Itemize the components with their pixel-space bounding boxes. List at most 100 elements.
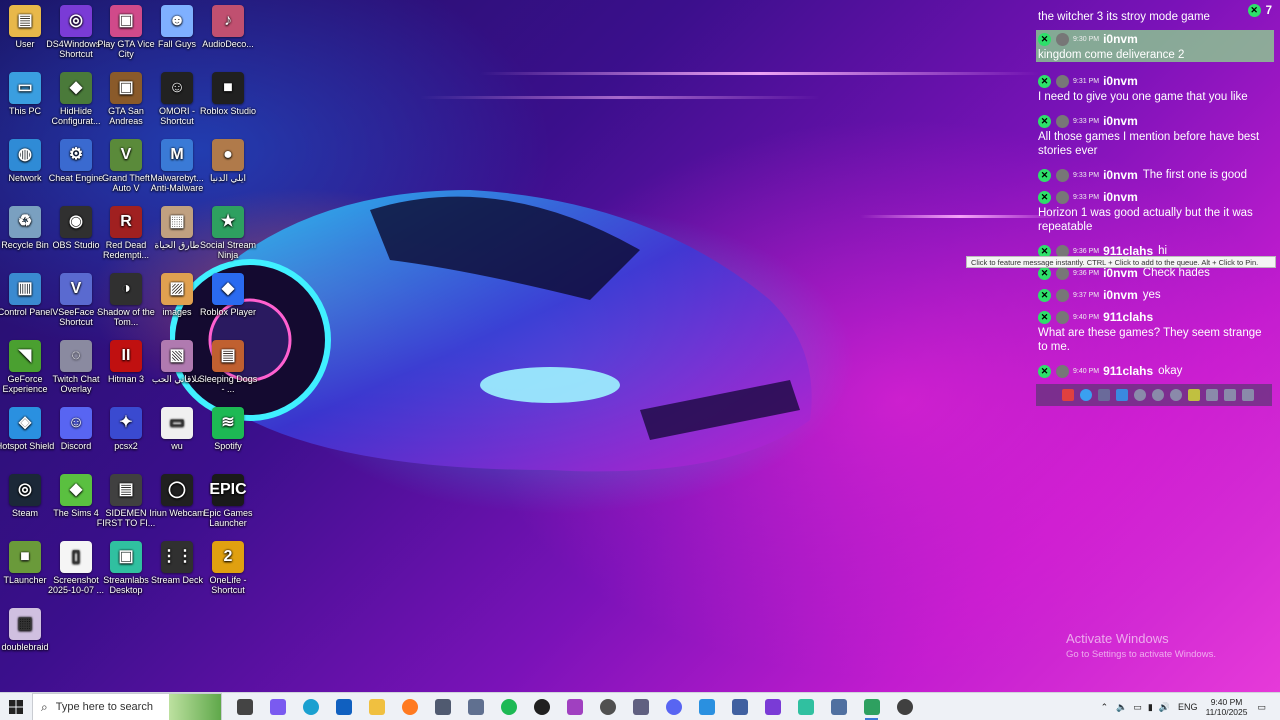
taskbar-calculator-button[interactable] <box>426 693 459 720</box>
close-icon[interactable] <box>1242 389 1254 401</box>
network-icon[interactable]: ▭ <box>1133 702 1142 713</box>
desktop-icon-image: 2 <box>212 541 244 573</box>
desktop-icon-social-stream-ninja[interactable]: ★ Social Stream Ninja <box>196 206 260 260</box>
volume-icon[interactable]: 🔊 <box>1159 702 1170 713</box>
chat-text: Horizon 1 was good actually but the it w… <box>1038 207 1253 233</box>
taskbar-social-stream-button[interactable] <box>855 693 888 720</box>
taskbar-discord-button[interactable] <box>657 693 690 720</box>
taskbar-spotify-button[interactable] <box>492 693 525 720</box>
volume-icon[interactable] <box>1224 389 1236 401</box>
settings-icon[interactable] <box>1152 389 1164 401</box>
chat-text: What are these games? They seem strange … <box>1038 327 1262 353</box>
desktop-icon-sleeping-dogs[interactable]: ▤ Sleeping Dogs - ... <box>196 340 260 394</box>
chat-timestamp: 9:33 PM <box>1073 117 1100 125</box>
taskbar-outlook-button[interactable] <box>327 693 360 720</box>
chat-username: i0nvm <box>1103 114 1138 128</box>
emoji-icon[interactable] <box>1134 389 1146 401</box>
taskbar-task-view-button[interactable] <box>228 693 261 720</box>
desktop-icon-roblox-player[interactable]: ◆ Roblox Player <box>196 273 260 317</box>
brush-icon[interactable] <box>1188 389 1200 401</box>
light-streak <box>420 96 820 99</box>
chat-message[interactable]: ✕ 9:33 PM i0nvm All those games I mention b… <box>1038 112 1274 158</box>
taskbar-app-window-button[interactable] <box>822 693 855 720</box>
desktop-icon-epic-games-launcher[interactable]: EPIC Epic Games Launcher <box>196 474 260 528</box>
taskbar-app-purple-button[interactable] <box>558 693 591 720</box>
chat-source-icon: ✕ <box>1038 288 1051 302</box>
desktop: ▤ User ◎ DS4Windows - Shortcut ▣ Play GTA Vic… <box>0 0 1280 692</box>
start-button[interactable] <box>0 693 32 720</box>
desktop-icon-image: EPIC <box>209 474 247 506</box>
chat-counter: ✕ 7 <box>1247 4 1272 17</box>
chat-message[interactable]: ✕ 9:33 PM i0nvm The first one is good <box>1038 166 1274 184</box>
desktop-icon-spotify[interactable]: ≋ Spotify <box>196 407 260 451</box>
language-indicator[interactable]: ENG <box>1178 702 1198 712</box>
avatar <box>1056 74 1069 88</box>
ds4windows-icon <box>764 699 781 715</box>
search-placeholder: Type here to search <box>55 701 153 713</box>
taskbar-app-blue-button[interactable] <box>723 693 756 720</box>
chat-source-icon: ✕ <box>1038 32 1051 46</box>
taskbar-file-explorer-button[interactable] <box>360 693 393 720</box>
taskbar-ds4windows-button[interactable] <box>756 693 789 720</box>
desktop-icon-roblox-studio[interactable]: ■ Roblox Studio <box>196 72 260 116</box>
avatar <box>1056 310 1069 324</box>
taskbar-firefox-button[interactable] <box>393 693 426 720</box>
taskbar-streamlabs-button[interactable] <box>789 693 822 720</box>
chat-username: i0nvm <box>1103 74 1138 88</box>
clock[interactable]: 9:40 PM 11/10/2025 <box>1206 697 1248 717</box>
desktop-icon-item[interactable]: ● ايلي الدنيا <box>196 139 260 183</box>
tooltip: Click to feature message instantly. CTRL… <box>966 256 1276 268</box>
taskbar-settings-button[interactable] <box>888 693 921 720</box>
streamlabs-icon <box>797 699 814 715</box>
taskbar-edge-button[interactable] <box>294 693 327 720</box>
wallpaper-car <box>170 190 812 472</box>
chat-message[interactable]: ✕ 9:37 PM i0nvm yes <box>1038 286 1274 304</box>
avatar <box>1056 266 1069 280</box>
chat-message[interactable]: ✕ 9:30 PM i0nvm kingdom come deliverance 2 <box>1036 30 1274 62</box>
chat-message[interactable]: ✕ 9:33 PM i0nvm Horizon 1 was good actually… <box>1038 188 1274 234</box>
chat-message[interactable]: the witcher 3 its stroy mode game <box>1038 10 1274 24</box>
desktop-icon-doublebraid[interactable]: ▦ doublebraid <box>0 608 57 652</box>
desktop-icon-label: Epic Games Launcher <box>203 508 253 528</box>
chat-timestamp: 9:33 PM <box>1073 171 1100 179</box>
desktop-icon-image: ▦ <box>161 206 193 238</box>
clock-time: 9:40 PM <box>1210 697 1243 707</box>
chat-source-icon: ✕ <box>1038 114 1051 128</box>
pause-icon[interactable] <box>1062 389 1074 401</box>
taskbar-apps <box>228 693 921 720</box>
notification-icon[interactable]: ▭ <box>1257 702 1266 713</box>
desktop-icon-image: ▧ <box>161 340 193 372</box>
desktop-icon-image: ▭ <box>161 407 193 439</box>
chat-message[interactable]: ✕ 9:40 PM 911clahs okay <box>1038 362 1274 380</box>
iriun-icon <box>533 699 550 715</box>
microphone-icon[interactable]: ▮ <box>1148 702 1153 713</box>
desktop-icon-image: ◆ <box>60 72 92 104</box>
speaker-icon[interactable]: 🔈 <box>1116 702 1127 713</box>
taskbar-obs-button[interactable] <box>591 693 624 720</box>
chevron-up-icon[interactable]: ⌃ <box>1101 702 1109 713</box>
taskbar-twitch-overlay-button[interactable] <box>624 693 657 720</box>
taskbar-iriun-button[interactable] <box>525 693 558 720</box>
bell-icon[interactable] <box>1098 389 1110 401</box>
taskbar-copilot-button[interactable] <box>261 693 294 720</box>
chat-text: Check hades <box>1142 267 1210 279</box>
chat-username: i0nvm <box>1103 168 1138 182</box>
chat-icon[interactable] <box>1080 389 1092 401</box>
chat-message[interactable]: ✕ 9:31 PM i0nvm I need to give you one game… <box>1038 72 1274 104</box>
desktop-icon-image: ◌ <box>60 340 92 372</box>
keyboard-icon[interactable] <box>1206 389 1218 401</box>
chat-source-icon: ✕ <box>1038 168 1051 182</box>
desktop-icon-onelife-shortcut[interactable]: 2 OneLife - Shortcut <box>196 541 260 595</box>
chat-source-icon: ✕ <box>1038 74 1051 88</box>
record-icon[interactable] <box>1170 389 1182 401</box>
search-box[interactable]: ⌕ Type here to search <box>32 693 222 720</box>
desktop-icon-image: ▤ <box>212 340 244 372</box>
taskbar-app-gray-button[interactable] <box>459 693 492 720</box>
desktop-icon-audiodeco[interactable]: ♪ AudioDeco... <box>196 5 260 49</box>
filter-icon[interactable] <box>1116 389 1128 401</box>
taskbar-hotspot-button[interactable] <box>690 693 723 720</box>
chat-message[interactable]: ✕ 9:40 PM 911clahs What are these games? Th… <box>1038 308 1274 354</box>
desktop-icon-image: ◆ <box>212 273 244 305</box>
desktop-icon-image: ▦ <box>9 608 41 640</box>
twitch-overlay-icon <box>632 699 649 715</box>
